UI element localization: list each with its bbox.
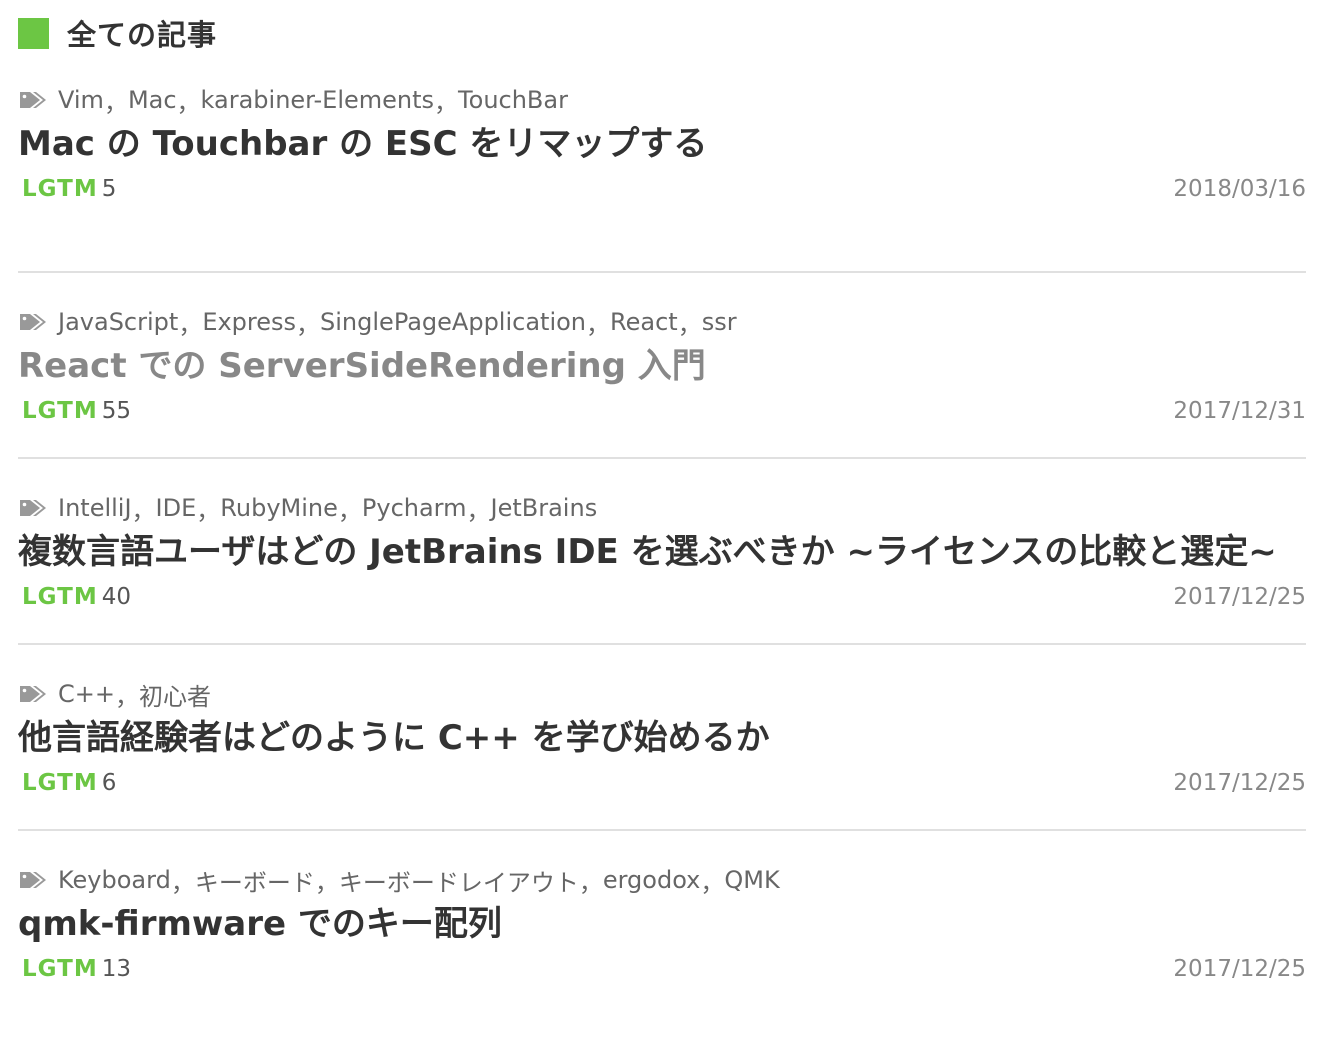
tag-separator: ， xyxy=(586,310,611,339)
tag-link[interactable]: IDE xyxy=(156,494,197,522)
section-title: 全ての記事 xyxy=(67,18,218,52)
article-title-link[interactable]: 他言語経験者はどのように C++ を学び始めるか xyxy=(18,717,1306,759)
tag-link[interactable]: ergodox xyxy=(603,866,701,894)
article-content: Keyboard，キーボード，キーボードレイアウト， ergodox， QMK qmk… xyxy=(18,865,1306,986)
tag-link[interactable]: karabiner-Elements xyxy=(201,86,435,114)
article-meta: LGTM 40 2017/12/25 xyxy=(18,584,1306,614)
lgtm-label: LGTM xyxy=(22,956,98,982)
lgtm-count: 55 xyxy=(101,398,131,424)
article-content: JavaScript， Express， SinglePageApplication… xyxy=(18,307,1306,428)
tags-icon xyxy=(18,497,48,519)
lgtm-counter: LGTM 6 xyxy=(22,770,116,796)
section-header: 全ての記事 xyxy=(18,11,1306,55)
tag-list: Vim， Mac， karabiner-Elements， TouchBar xyxy=(18,85,1306,117)
lgtm-label: LGTM xyxy=(22,176,98,202)
article-meta: LGTM 5 2018/03/16 xyxy=(18,176,1306,206)
tag-link[interactable]: React xyxy=(610,308,678,336)
tag-separator: ， xyxy=(434,88,459,117)
article-meta: LGTM 55 2017/12/31 xyxy=(18,398,1306,428)
lgtm-counter: LGTM 40 xyxy=(22,584,131,610)
article-list-page: 全ての記事 Vim， Mac， karabiner-Elements， TouchBa… xyxy=(0,11,1332,1043)
tag-separator: ， xyxy=(103,88,128,117)
tag-separator: ， xyxy=(170,868,195,897)
tag-link[interactable]: Keyboard xyxy=(58,866,171,894)
tag-link[interactable]: JetBrains xyxy=(491,494,598,522)
section-accent-square xyxy=(18,17,49,49)
article-meta: LGTM 13 2017/12/25 xyxy=(18,956,1306,986)
article-item: Keyboard，キーボード，キーボードレイアウト， ergodox， QMK qmk… xyxy=(18,831,1306,1017)
tag-link[interactable]: Pycharm xyxy=(362,494,467,522)
lgtm-counter: LGTM 55 xyxy=(22,398,131,424)
article-item: IntelliJ， IDE， RubyMine， Pycharm， JetBrains 複… xyxy=(18,459,1306,645)
article-content: Vim， Mac， karabiner-Elements， TouchBar Mac の… xyxy=(18,85,1306,206)
lgtm-label: LGTM xyxy=(22,770,98,796)
article-content: C++，初心者他言語経験者はどのように C++ を学び始めるか LGTM 6 2017… xyxy=(18,679,1306,800)
article-date: 2018/03/16 xyxy=(1173,176,1306,202)
tag-separator: ， xyxy=(131,496,156,525)
tags-icon xyxy=(18,683,48,705)
lgtm-count: 6 xyxy=(101,770,117,796)
tag-separator: ， xyxy=(466,496,491,525)
article-date: 2017/12/25 xyxy=(1173,956,1306,982)
tag-link[interactable]: Mac xyxy=(128,86,177,114)
article-content: IntelliJ， IDE， RubyMine， Pycharm， JetBrains 複… xyxy=(18,493,1306,614)
tag-separator: ， xyxy=(176,88,201,117)
tag-link[interactable]: TouchBar xyxy=(458,86,568,114)
tags-icon xyxy=(18,89,48,111)
tag-separator: ， xyxy=(314,868,339,897)
tag-link[interactable]: Vim xyxy=(58,86,104,114)
tag-link[interactable]: ssr xyxy=(702,308,737,336)
tag-link[interactable]: JavaScript xyxy=(58,308,178,336)
tag-list: JavaScript， Express， SinglePageApplication… xyxy=(18,307,1306,339)
tag-link[interactable]: IntelliJ xyxy=(58,494,132,522)
tag-link[interactable]: C++ xyxy=(58,680,115,708)
tag-separator: ， xyxy=(578,868,603,897)
tag-list: Keyboard，キーボード，キーボードレイアウト， ergodox， QMK xyxy=(18,863,1306,898)
tag-link[interactable]: Express xyxy=(202,308,296,336)
lgtm-count: 13 xyxy=(101,956,131,982)
tag-separator: ， xyxy=(196,496,221,525)
lgtm-label: LGTM xyxy=(22,584,98,610)
lgtm-count: 40 xyxy=(101,584,131,610)
tag-separator: ， xyxy=(337,496,362,525)
article-date: 2017/12/25 xyxy=(1173,770,1306,796)
tags-icon xyxy=(18,311,48,333)
lgtm-counter: LGTM 5 xyxy=(22,176,116,202)
tag-separator: ， xyxy=(296,310,321,339)
tag-link[interactable]: キーボードレイアウト xyxy=(339,863,579,898)
lgtm-counter: LGTM 13 xyxy=(22,956,131,982)
article-title-link[interactable]: qmk-firmware でのキー配列 xyxy=(18,903,1306,945)
tag-list: C++，初心者 xyxy=(18,677,1306,712)
tag-link[interactable]: QMK xyxy=(724,866,779,894)
article-date: 2017/12/31 xyxy=(1173,398,1306,424)
lgtm-label: LGTM xyxy=(22,398,98,424)
tag-separator: ， xyxy=(677,310,702,339)
article-item: JavaScript， Express， SinglePageApplication… xyxy=(18,273,1306,459)
article-item: C++，初心者他言語経験者はどのように C++ を学び始めるか LGTM 6 2017… xyxy=(18,645,1306,831)
lgtm-count: 5 xyxy=(101,176,117,202)
tag-link[interactable]: 初心者 xyxy=(139,677,211,712)
tag-link[interactable]: キーボード xyxy=(195,863,315,898)
article-meta: LGTM 6 2017/12/25 xyxy=(18,770,1306,800)
tag-link[interactable]: SinglePageApplication xyxy=(320,308,586,336)
tag-separator: ， xyxy=(114,682,139,711)
tag-separator: ， xyxy=(700,868,725,897)
article-list: Vim， Mac， karabiner-Elements， TouchBar Mac の… xyxy=(18,85,1306,1017)
article-title-link[interactable]: React での ServerSideRendering 入門 xyxy=(18,345,1306,387)
article-item: Vim， Mac， karabiner-Elements， TouchBar Mac の… xyxy=(18,85,1306,273)
article-date: 2017/12/25 xyxy=(1173,584,1306,610)
article-title-link[interactable]: Mac の Touchbar の ESC をリマップする xyxy=(18,123,1306,165)
article-title-link[interactable]: 複数言語ユーザはどの JetBrains IDE を選ぶべきか ~ライセンスの比… xyxy=(18,531,1306,573)
tags-icon xyxy=(18,869,48,891)
tag-separator: ， xyxy=(178,310,203,339)
tag-link[interactable]: RubyMine xyxy=(220,494,338,522)
tag-list: IntelliJ， IDE， RubyMine， Pycharm， JetBrains xyxy=(18,493,1306,525)
